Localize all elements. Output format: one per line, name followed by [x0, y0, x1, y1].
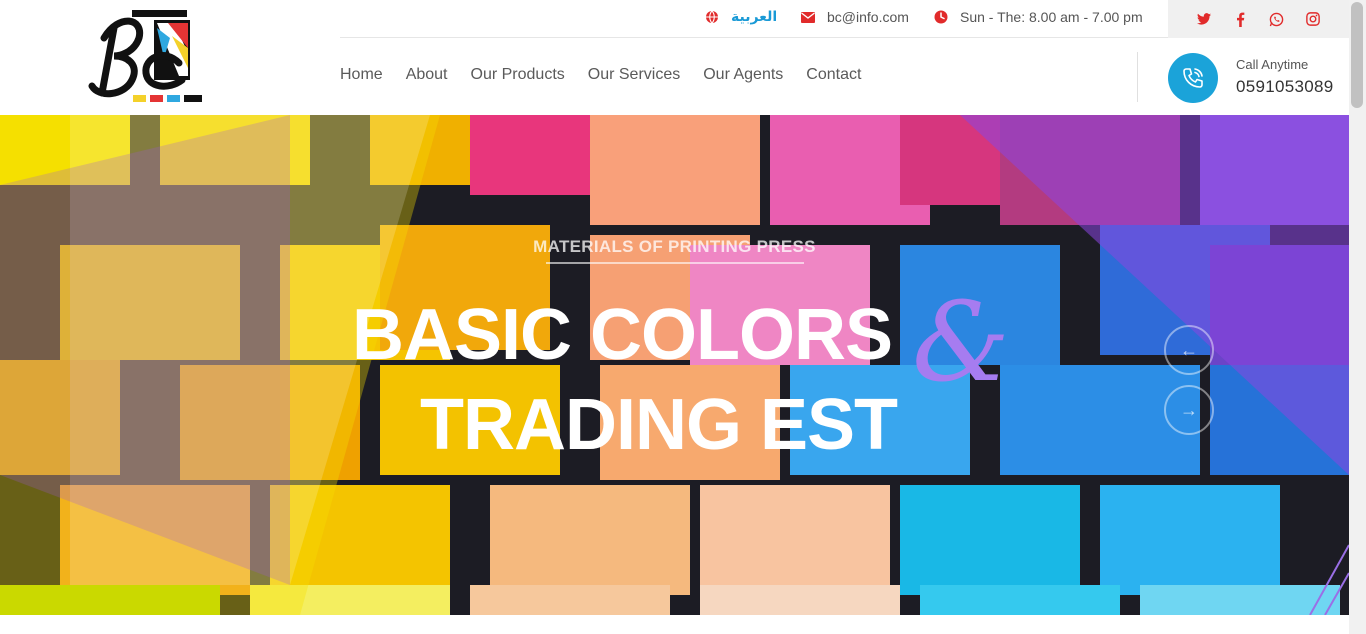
main-nav: Home About Our Products Our Services Our… — [340, 66, 884, 84]
nav-about[interactable]: About — [406, 66, 448, 84]
header-divider — [1137, 52, 1138, 102]
phone-icon[interactable] — [1168, 53, 1218, 103]
clock-icon — [934, 10, 948, 24]
email-info[interactable]: bc@info.com — [801, 7, 909, 27]
brand-logo[interactable] — [84, 8, 206, 106]
hero-title-line2: TRADING EST — [420, 385, 898, 465]
email-text[interactable]: bc@info.com — [827, 9, 909, 25]
nav-contact[interactable]: Contact — [806, 66, 861, 84]
hero-subtitle-underline — [546, 262, 804, 264]
envelope-icon — [801, 11, 815, 23]
nav-home[interactable]: Home — [340, 66, 383, 84]
slider-next-button[interactable]: → — [1164, 385, 1214, 435]
twitter-icon[interactable] — [1196, 11, 1212, 27]
call-label: Call Anytime — [1236, 57, 1309, 72]
nav-our-services[interactable]: Our Services — [588, 66, 680, 84]
hero-slider: MATERIALS OF PRINTING PRESS BASIC COLORS… — [0, 115, 1349, 615]
scrollbar-thumb[interactable] — [1351, 2, 1363, 108]
facebook-icon[interactable] — [1232, 11, 1248, 27]
arrow-left-icon: ← — [1180, 339, 1198, 360]
language-switch[interactable]: العربية — [705, 7, 777, 27]
slider-prev-button[interactable]: ← — [1164, 325, 1214, 375]
instagram-icon[interactable] — [1305, 11, 1321, 27]
nav-our-products[interactable]: Our Products — [471, 66, 565, 84]
site-header: العربية bc@info.com Sun - The: 8.00 am -… — [0, 0, 1349, 115]
whatsapp-icon[interactable] — [1269, 11, 1285, 27]
hours-info: Sun - The: 8.00 am - 7.00 pm — [934, 7, 1143, 27]
arrow-right-icon: → — [1180, 399, 1198, 420]
nav-our-agents[interactable]: Our Agents — [703, 66, 783, 84]
hours-text: Sun - The: 8.00 am - 7.00 pm — [960, 9, 1143, 25]
language-label[interactable]: العربية — [731, 9, 777, 25]
hero-title-line1: BASIC COLORS — [352, 295, 893, 375]
hero-ampersand: & — [912, 278, 1010, 406]
social-links — [1168, 0, 1349, 38]
hero-subtitle: MATERIALS OF PRINTING PRESS — [533, 237, 816, 256]
call-number[interactable]: 0591053089 — [1236, 77, 1334, 97]
globe-icon — [705, 10, 719, 24]
